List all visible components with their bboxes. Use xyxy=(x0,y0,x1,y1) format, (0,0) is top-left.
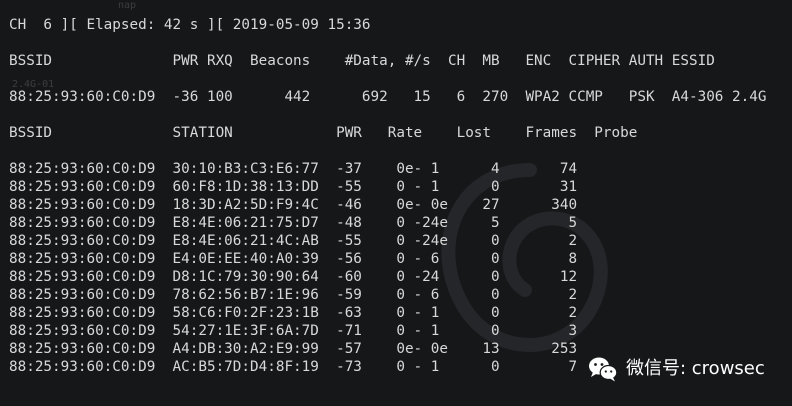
station-table-row: 88:25:93:60:C0:D9 A4:DB:30:A2:E9:99 -57 … xyxy=(9,341,578,357)
status-line: CH 6 ][ Elapsed: 42 s ][ 2019-05-09 15:3… xyxy=(9,17,371,33)
station-table-row: 88:25:93:60:C0:D9 54:27:1E:3F:6A:7D -71 … xyxy=(9,323,578,339)
station-table-row: 88:25:93:60:C0:D9 30:10:B3:C3:E6:77 -37 … xyxy=(9,161,578,177)
station-table-row: 88:25:93:60:C0:D9 E8:4E:06:21:75:D7 -48 … xyxy=(9,215,578,231)
ap-table-row: 88:25:93:60:C0:D9 -36 100 442 692 15 6 2… xyxy=(9,89,767,105)
wechat-watermark: 微信号: crowsec xyxy=(588,355,765,383)
station-table-row: 88:25:93:60:C0:D9 78:62:56:B7:1E:96 -59 … xyxy=(9,287,578,303)
station-table-row: 88:25:93:60:C0:D9 60:F8:1D:38:13:DD -55 … xyxy=(9,179,578,195)
station-table-row: 88:25:93:60:C0:D9 18:3D:A2:5D:F9:4C -46 … xyxy=(9,197,578,213)
station-table-header: BSSID STATION PWR Rate Lost Frames Probe xyxy=(9,125,638,141)
station-table-row: 88:25:93:60:C0:D9 E4:0E:EE:40:A0:39 -56 … xyxy=(9,251,578,267)
station-table-row: 88:25:93:60:C0:D9 58:C6:F0:2F:23:1B -63 … xyxy=(9,305,578,321)
ap-table-header: BSSID PWR RXQ Beacons #Data, #/s CH MB E… xyxy=(9,53,715,69)
terminal-window[interactable]: nap 2.4G-01 i CH 6 ][ Elapsed: 42 s ][ 2… xyxy=(0,0,792,406)
station-table-row: 88:25:93:60:C0:D9 D8:1C:79:30:90:64 -60 … xyxy=(9,269,578,285)
station-table-row: 88:25:93:60:C0:D9 AC:B5:7D:D4:8F:19 -73 … xyxy=(9,359,578,375)
station-table-row: 88:25:93:60:C0:D9 E8:4E:06:21:4C:AB -55 … xyxy=(9,233,578,249)
watermark-text: 微信号: crowsec xyxy=(626,358,765,379)
background-ghost-text: nap xyxy=(118,0,137,11)
wechat-icon xyxy=(589,357,618,382)
